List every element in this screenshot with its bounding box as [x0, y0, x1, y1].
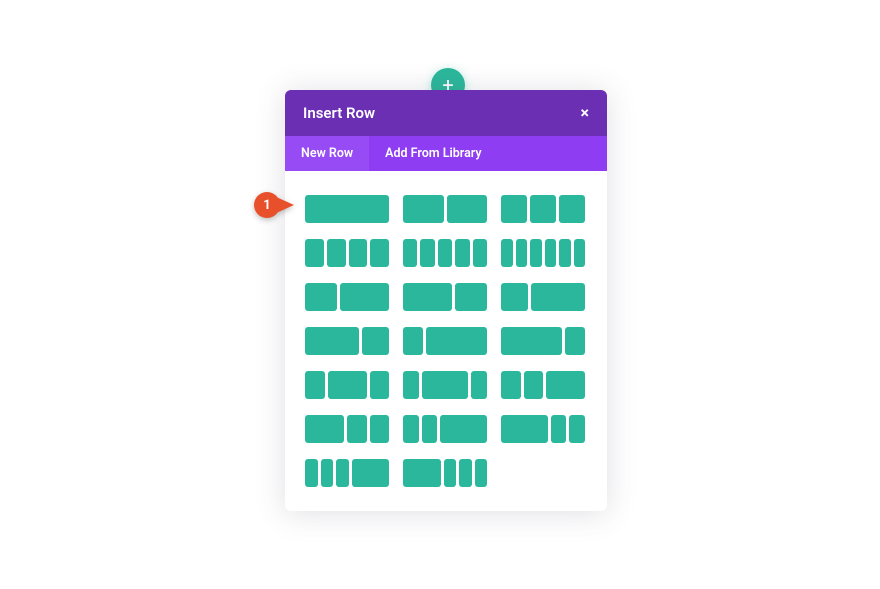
- column: [426, 327, 487, 355]
- layout-row: [305, 195, 587, 223]
- column: [530, 239, 542, 267]
- column: [403, 195, 444, 223]
- column: [471, 371, 487, 399]
- layout-row: [305, 327, 587, 355]
- column: [327, 239, 346, 267]
- column: [574, 239, 586, 267]
- layout-35-15-15[interactable]: [501, 415, 585, 443]
- close-icon: ×: [581, 103, 590, 122]
- column: [501, 371, 521, 399]
- layout-row: [305, 239, 587, 267]
- column: [362, 327, 389, 355]
- tab-new-row[interactable]: New Row: [285, 136, 369, 171]
- layout-14-14-12[interactable]: [501, 371, 585, 399]
- column: [447, 195, 488, 223]
- layout-1col[interactable]: [305, 195, 389, 223]
- column: [403, 239, 417, 267]
- column: [305, 459, 318, 487]
- column: [305, 415, 344, 443]
- column: [551, 415, 567, 443]
- column: [403, 327, 423, 355]
- close-button[interactable]: ×: [581, 105, 590, 121]
- column: [403, 371, 419, 399]
- column: [340, 283, 389, 311]
- layout-25-35[interactable]: [305, 283, 389, 311]
- column: [321, 459, 334, 487]
- layout-12-16-16-16[interactable]: [403, 459, 487, 487]
- tab-bar: New Row Add From Library: [285, 136, 607, 171]
- column: [501, 415, 548, 443]
- column: [455, 283, 487, 311]
- column: [565, 327, 585, 355]
- tab-add-from-library[interactable]: Add From Library: [369, 136, 497, 171]
- layout-14-12-14[interactable]: [305, 371, 389, 399]
- column: [501, 195, 527, 223]
- column: [516, 239, 528, 267]
- layout-5col[interactable]: [403, 239, 487, 267]
- column: [370, 239, 389, 267]
- layout-4col[interactable]: [305, 239, 389, 267]
- column: [475, 459, 488, 487]
- layout-6col[interactable]: [501, 239, 585, 267]
- insert-row-modal: Insert Row × New Row Add From Library: [285, 90, 607, 511]
- modal-header: Insert Row ×: [285, 90, 607, 136]
- column: [455, 239, 469, 267]
- column: [370, 415, 390, 443]
- column: [349, 239, 368, 267]
- layout-16-16-16-12[interactable]: [305, 459, 389, 487]
- column: [459, 459, 472, 487]
- column: [305, 327, 359, 355]
- column: [328, 371, 367, 399]
- column: [444, 459, 457, 487]
- column: [545, 239, 557, 267]
- layout-row: [305, 371, 587, 399]
- layout-row: [305, 415, 587, 443]
- column: [531, 283, 585, 311]
- annotation-pointer-1: 1: [254, 192, 294, 218]
- layout-15-15-35[interactable]: [403, 415, 487, 443]
- layout-13-23[interactable]: [501, 283, 585, 311]
- column: [524, 371, 544, 399]
- column: [546, 371, 585, 399]
- layout-23-13[interactable]: [305, 327, 389, 355]
- column: [559, 239, 571, 267]
- column: [530, 195, 556, 223]
- column: [501, 327, 562, 355]
- column: [420, 239, 434, 267]
- column: [438, 239, 452, 267]
- annotation-number: 1: [254, 192, 280, 218]
- layout-15-35-15[interactable]: [403, 371, 487, 399]
- layout-35-25[interactable]: [403, 283, 487, 311]
- column: [440, 415, 487, 443]
- column: [305, 195, 389, 223]
- column: [473, 239, 487, 267]
- layout-row: [305, 459, 587, 487]
- column: [403, 459, 441, 487]
- column: [422, 371, 469, 399]
- column: [422, 415, 438, 443]
- column: [305, 239, 324, 267]
- layout-3col[interactable]: [501, 195, 585, 223]
- layout-row: [305, 283, 587, 311]
- layout-2col[interactable]: [403, 195, 487, 223]
- column: [569, 415, 585, 443]
- layout-grid: [285, 171, 607, 511]
- column: [403, 283, 452, 311]
- column: [370, 371, 390, 399]
- column: [501, 239, 513, 267]
- column: [403, 415, 419, 443]
- modal-title: Insert Row: [303, 104, 375, 122]
- layout-12-14-14[interactable]: [305, 415, 389, 443]
- column: [501, 283, 528, 311]
- column: [305, 371, 325, 399]
- column: [336, 459, 349, 487]
- column: [305, 283, 337, 311]
- column: [347, 415, 367, 443]
- layout-34-14[interactable]: [501, 327, 585, 355]
- column: [352, 459, 390, 487]
- layout-14-34[interactable]: [403, 327, 487, 355]
- column: [559, 195, 585, 223]
